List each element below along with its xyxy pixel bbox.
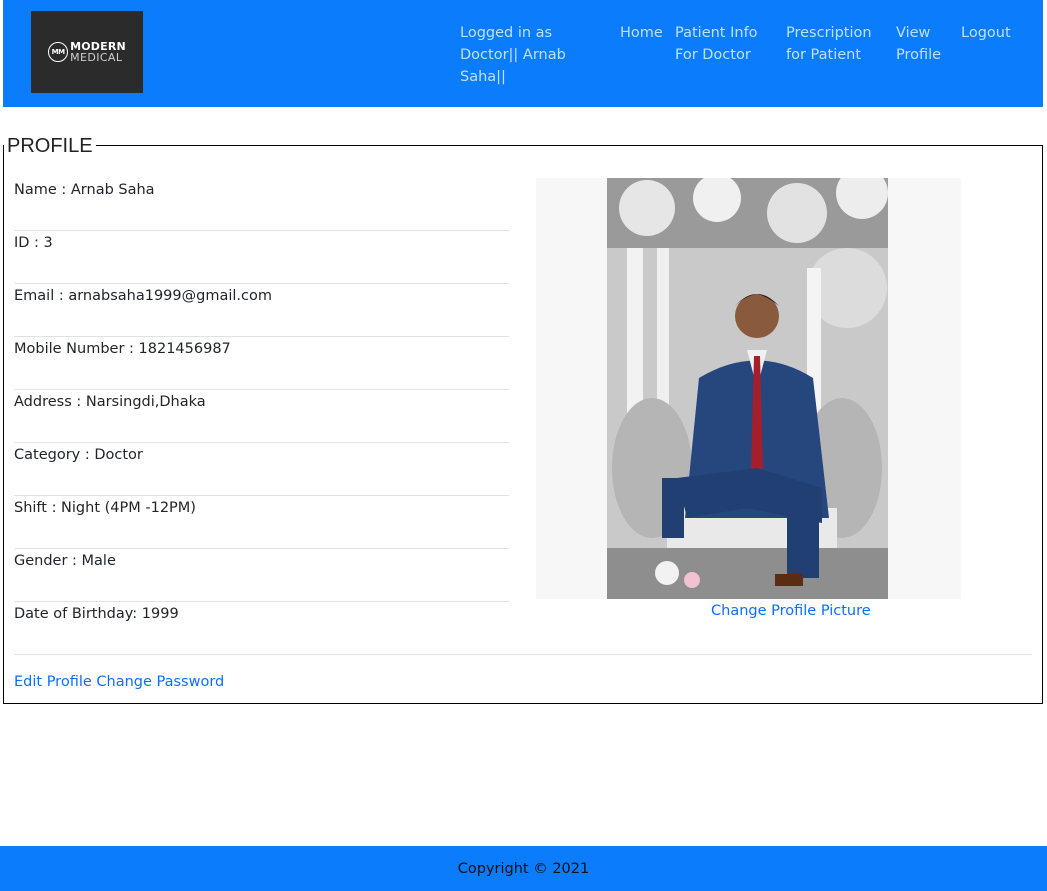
profile-field-shift: Shift : Night (4PM -12PM) — [14, 496, 509, 549]
profile-field-id: ID : 3 — [14, 231, 509, 284]
profile-field-address: Address : Narsingdi,Dhaka — [14, 390, 509, 443]
footer: Copyright © 2021 — [0, 846, 1047, 891]
nav-logout-link[interactable]: Logout — [961, 22, 1011, 44]
profile-field-email: Email : arnabsaha1999@gmail.com — [14, 284, 509, 337]
nav-home-link[interactable]: Home — [620, 22, 663, 44]
profile-field-category: Category : Doctor — [14, 443, 509, 496]
profile-title: PROFILE — [4, 134, 96, 158]
top-navbar: MM MODERN MEDICAL Logged in as Doctor|| … — [3, 0, 1043, 107]
profile-photo — [607, 178, 888, 599]
change-password-link[interactable]: Change Password — [96, 674, 224, 690]
nav-prescription-link[interactable]: Prescription for Patient — [786, 22, 886, 66]
change-profile-picture-link[interactable]: Change Profile Picture — [711, 600, 871, 622]
nav-view-profile-link[interactable]: View Profile — [896, 22, 956, 66]
profile-actions: Edit Profile Change Password — [14, 671, 224, 693]
copyright-text: Copyright © 2021 — [457, 860, 590, 877]
brand-line2: MEDICAL — [70, 51, 123, 64]
edit-profile-link[interactable]: Edit Profile — [14, 674, 92, 690]
brand-monogram: MM — [48, 42, 69, 62]
brand-logo[interactable]: MM MODERN MEDICAL — [31, 11, 143, 93]
profile-field-name: Name : Arnab Saha — [14, 178, 509, 231]
profile-field-birthday: Date of Birthday: 1999 — [14, 606, 179, 622]
logged-in-user-status: Logged in as Doctor|| Arnab Saha|| — [460, 25, 566, 85]
profile-field-mobile: Mobile Number : 1821456987 — [14, 337, 509, 390]
nav-patient-info-link[interactable]: Patient Info For Doctor — [675, 22, 775, 66]
profile-photo-illustration — [607, 178, 888, 599]
divider — [14, 654, 1032, 655]
profile-field-gender: Gender : Male — [14, 549, 509, 602]
